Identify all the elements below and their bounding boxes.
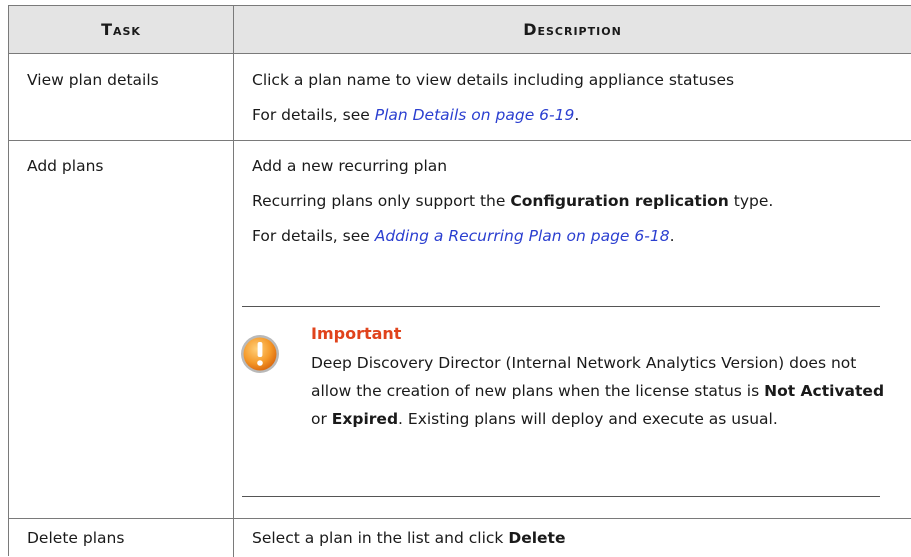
header-task-label: Task [101,20,141,39]
warning-icon [241,335,279,373]
details-line: For details, see Plan Details on page 6-… [252,106,580,124]
task-cell: Delete plans [27,529,125,547]
important-top-rule [242,306,880,307]
plan-details-link[interactable]: Plan Details on page 6-19 [375,106,575,124]
important-title: Important [311,324,402,343]
description-text: Recurring plans only support the Configu… [252,192,774,210]
table-row: Delete plans Select a plan in the list a… [9,519,911,557]
details-line: For details, see Adding a Recurring Plan… [252,227,675,245]
task-cell: View plan details [27,71,159,89]
important-text: Deep Discovery Director (Internal Networ… [311,354,885,428]
description-text: Click a plan name to view details includ… [252,71,735,89]
description-text: Select a plan in the list and click Dele… [252,529,566,547]
header-task: Task [9,6,234,53]
table-header: Task Description [9,6,911,54]
task-cell: Add plans [27,157,104,175]
description-text: Add a new recurring plan [252,157,448,175]
important-bottom-rule [242,496,880,497]
table-row: Add plans Add a new recurring plan Recur… [9,141,911,519]
task-table: Task Description View plan details Click… [8,5,911,557]
adding-recurring-plan-link[interactable]: Adding a Recurring Plan on page 6-18 [375,227,670,245]
table-row: View plan details Click a plan name to v… [9,54,911,141]
header-description-label: Description [523,20,622,39]
header-description: Description [234,6,911,53]
